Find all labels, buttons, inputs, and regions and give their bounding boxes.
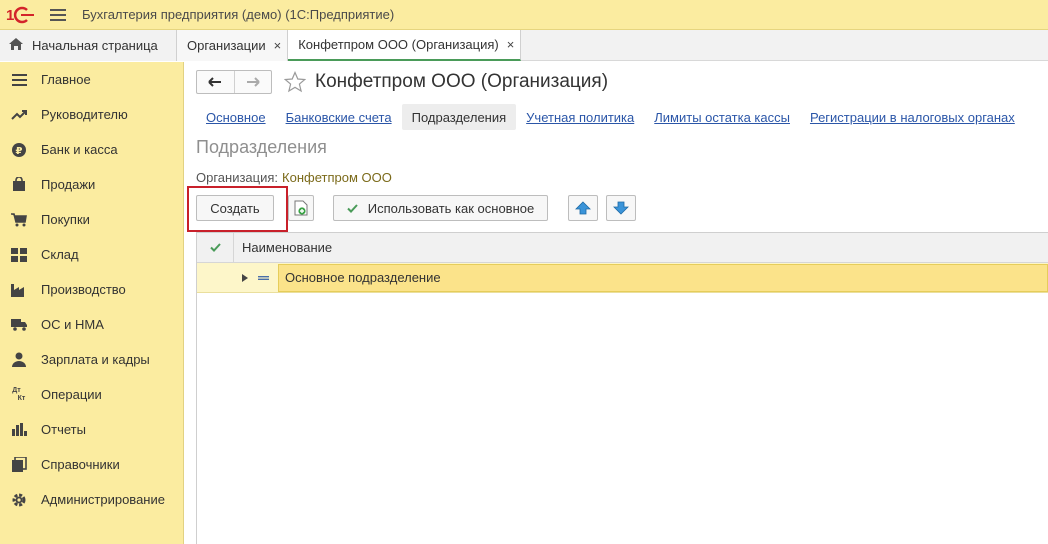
sidebar-item-main[interactable]: Главное bbox=[0, 62, 183, 97]
factory-icon bbox=[10, 281, 28, 299]
sidebar-item-fixed-assets[interactable]: ОС и НМА bbox=[0, 307, 183, 342]
sidebar-item-label: Операции bbox=[41, 387, 102, 402]
main-mark-column-header[interactable] bbox=[197, 232, 234, 263]
sidebar-item-sales[interactable]: Продажи bbox=[0, 167, 183, 202]
sidebar-item-hr[interactable]: Зарплата и кадры bbox=[0, 342, 183, 377]
tab-organizations[interactable]: Организации × bbox=[177, 30, 289, 61]
sidebar-item-purchases[interactable]: Покупки bbox=[0, 202, 183, 237]
use-as-main-label: Использовать как основное bbox=[367, 200, 535, 216]
bag-icon bbox=[10, 176, 28, 194]
books-icon bbox=[10, 456, 28, 474]
organization-value[interactable]: Конфетпром ООО bbox=[282, 170, 392, 185]
use-as-main-button[interactable]: Использовать как основное bbox=[333, 195, 548, 221]
sidebar-item-production[interactable]: Производство bbox=[0, 272, 183, 307]
sidebar-item-label: Администрирование bbox=[41, 492, 165, 507]
expand-arrow-icon[interactable] bbox=[234, 273, 256, 282]
main-mark-cell[interactable] bbox=[197, 263, 234, 293]
tab-home-label: Начальная страница bbox=[32, 38, 158, 53]
subtab-tax-registrations[interactable]: Регистрации в налоговых органах bbox=[800, 104, 1025, 130]
dt-label: Дт bbox=[12, 386, 21, 394]
move-down-button[interactable] bbox=[606, 195, 636, 221]
form-area: Конфетпром ООО (Организация) Основное Ба… bbox=[184, 62, 1048, 544]
subtab-divisions[interactable]: Подразделения bbox=[401, 104, 517, 130]
history-nav bbox=[196, 70, 272, 94]
tab-label: Конфетпром ООО (Организация) bbox=[298, 37, 499, 52]
table-header: Наименование bbox=[197, 232, 1048, 263]
subtab-cash-limits[interactable]: Лимиты остатка кассы bbox=[644, 104, 800, 130]
kt-label: Кт bbox=[17, 394, 26, 402]
bar-chart-icon bbox=[10, 421, 28, 439]
column-header-name[interactable]: Наименование bbox=[234, 240, 332, 255]
sidebar-item-label: Руководителю bbox=[41, 107, 128, 122]
sidebar-item-label: Зарплата и кадры bbox=[41, 352, 150, 367]
sidebar-item-label: Покупки bbox=[41, 212, 90, 227]
forward-button[interactable] bbox=[233, 71, 271, 93]
organization-label: Организация: bbox=[196, 170, 279, 185]
svg-text:₽: ₽ bbox=[16, 146, 23, 157]
sidebar-item-manager[interactable]: Руководителю bbox=[0, 97, 183, 132]
warehouse-icon bbox=[10, 246, 28, 264]
subtab-bank-accounts[interactable]: Банковские счета bbox=[276, 104, 402, 130]
ruble-icon: ₽ bbox=[10, 141, 28, 159]
tab-konfetprom[interactable]: Конфетпром ООО (Организация) × bbox=[288, 30, 522, 61]
gear-icon bbox=[10, 491, 28, 509]
sidebar-item-label: Производство bbox=[41, 282, 126, 297]
divisions-table: Наименование Основное подразделение bbox=[196, 232, 1048, 544]
trend-icon bbox=[10, 106, 28, 124]
sidebar-item-label: Отчеты bbox=[41, 422, 86, 437]
sidebar-item-warehouse[interactable]: Склад bbox=[0, 237, 183, 272]
tab-label: Организации bbox=[187, 38, 266, 53]
home-icon bbox=[8, 37, 24, 54]
favorite-star-icon[interactable] bbox=[283, 70, 307, 93]
subtab-main[interactable]: Основное bbox=[196, 104, 276, 130]
create-group-button[interactable] bbox=[288, 195, 314, 221]
cart-icon bbox=[10, 211, 28, 229]
main-menu-icon[interactable] bbox=[46, 0, 70, 30]
checkmark-icon bbox=[347, 203, 358, 213]
title-bar: 1 Бухгалтерия предприятия (демо) (1С:Пре… bbox=[0, 0, 1048, 30]
sidebar-item-bank[interactable]: ₽ Банк и касса bbox=[0, 132, 183, 167]
tab-home[interactable]: Начальная страница bbox=[0, 30, 177, 61]
close-icon[interactable]: × bbox=[507, 37, 515, 52]
svg-text:1: 1 bbox=[6, 7, 14, 24]
subtab-accounting-policy[interactable]: Учетная политика bbox=[516, 104, 644, 130]
sidebar-item-administration[interactable]: Администрирование bbox=[0, 482, 183, 517]
sidebar-item-label: Продажи bbox=[41, 177, 96, 192]
sidebar-item-label: ОС и НМА bbox=[41, 317, 104, 332]
sections-panel: Главное Руководителю ₽ Банк и касса Прод… bbox=[0, 62, 184, 544]
sidebar-item-catalogs[interactable]: Справочники bbox=[0, 447, 183, 482]
1c-logo[interactable]: 1 bbox=[4, 0, 36, 30]
form-title: Конфетпром ООО (Организация) bbox=[315, 71, 609, 92]
open-tabs-bar: Начальная страница Организации × Конфетп… bbox=[0, 30, 1048, 61]
sidebar-item-label: Банк и касса bbox=[41, 142, 118, 157]
truck-icon bbox=[10, 316, 28, 334]
create-button[interactable]: Создать bbox=[196, 195, 274, 221]
app-title: Бухгалтерия предприятия (демо) (1С:Предп… bbox=[82, 7, 395, 22]
table-row[interactable]: Основное подразделение bbox=[197, 263, 1048, 293]
form-subtabs: Основное Банковские счета Подразделения … bbox=[196, 104, 1025, 130]
dt-kt-icon: Дт Кт bbox=[10, 386, 28, 404]
group-dash-icon bbox=[256, 275, 270, 280]
sidebar-item-operations[interactable]: Дт Кт Операции bbox=[0, 377, 183, 412]
sidebar-item-label: Склад bbox=[41, 247, 79, 262]
section-title: Подразделения bbox=[196, 137, 327, 157]
sidebar-item-label: Главное bbox=[41, 72, 91, 87]
division-name-cell[interactable]: Основное подразделение bbox=[278, 263, 1048, 292]
organization-line: Организация: Конфетпром ООО bbox=[196, 170, 392, 185]
sidebar-item-reports[interactable]: Отчеты bbox=[0, 412, 183, 447]
close-icon[interactable]: × bbox=[274, 38, 282, 53]
sidebar-item-label: Справочники bbox=[41, 457, 120, 472]
menu-lines-icon bbox=[10, 71, 28, 89]
person-icon bbox=[10, 351, 28, 369]
back-button[interactable] bbox=[197, 71, 234, 93]
move-up-button[interactable] bbox=[568, 195, 598, 221]
